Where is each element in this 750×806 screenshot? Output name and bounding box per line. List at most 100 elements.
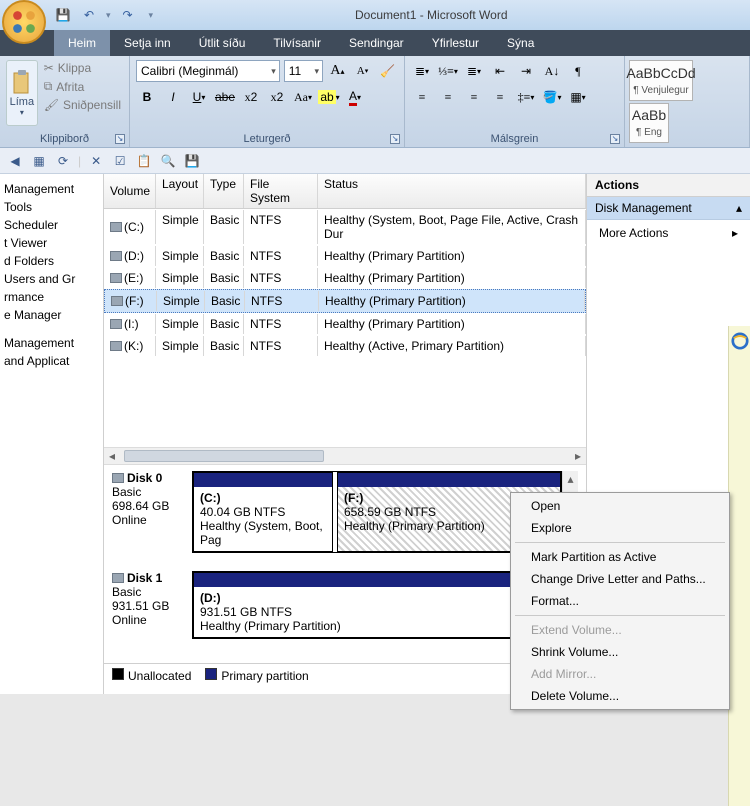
- tab-view[interactable]: Sýna: [493, 30, 548, 56]
- menu-item[interactable]: Mark Partition as Active: [513, 546, 727, 568]
- group-paragraph-label: Málsgrein: [405, 133, 624, 145]
- shading-button[interactable]: 🪣▾: [541, 86, 563, 108]
- paragraph-dialog-icon[interactable]: ↘: [610, 134, 620, 144]
- col-volume[interactable]: Volume: [104, 174, 156, 208]
- col-fs[interactable]: File System: [244, 174, 318, 208]
- grow-font-button[interactable]: A▴: [327, 60, 348, 82]
- change-case-button[interactable]: Aa▾: [292, 86, 314, 108]
- menu-item[interactable]: Change Drive Letter and Paths...: [513, 568, 727, 590]
- tree-item[interactable]: Management: [4, 334, 99, 352]
- borders-button[interactable]: ▦▾: [567, 86, 589, 108]
- dm-back-icon[interactable]: ◀: [6, 152, 24, 170]
- style-no-spacing[interactable]: AaBb ¶ Eng: [629, 103, 669, 144]
- cut-button[interactable]: ✂Klippa: [42, 60, 123, 76]
- menu-item[interactable]: Delete Volume...: [513, 685, 727, 707]
- menu-separator: [515, 542, 725, 543]
- tab-insert[interactable]: Setja inn: [110, 30, 185, 56]
- dm-prop-icon[interactable]: ✕: [87, 152, 105, 170]
- numbering-button[interactable]: ⅓≡▾: [437, 60, 459, 82]
- table-row[interactable]: (F:)SimpleBasicNTFSHealthy (Primary Part…: [104, 289, 586, 313]
- tree-item[interactable]: Scheduler: [4, 216, 99, 234]
- redo-icon[interactable]: ↷: [119, 6, 137, 24]
- dm-refresh-icon[interactable]: ⟳: [54, 152, 72, 170]
- tab-layout[interactable]: Útlit síðu: [185, 30, 260, 56]
- align-right-button[interactable]: ≡: [463, 86, 485, 108]
- tab-review[interactable]: Yfirlestur: [418, 30, 493, 56]
- menu-item[interactable]: Shrink Volume...: [513, 641, 727, 663]
- partition-d[interactable]: (D:) 931.51 GB NTFS Healthy (Primary Par…: [193, 572, 561, 638]
- font-name-combo[interactable]: Calibri (Meginmál): [136, 60, 280, 82]
- dm-tree[interactable]: ManagementToolsSchedulert Viewerd Folder…: [0, 174, 104, 694]
- show-marks-button[interactable]: ¶: [567, 60, 589, 82]
- volume-icon: [110, 222, 122, 232]
- actions-disk-management[interactable]: Disk Management ▴: [587, 197, 750, 220]
- style-normal[interactable]: AaBbCcDd ¶ Venjulegur: [629, 60, 693, 101]
- menu-item[interactable]: Explore: [513, 517, 727, 539]
- increase-indent-button[interactable]: ⇥: [515, 60, 537, 82]
- dm-list-icon[interactable]: 📋: [135, 152, 153, 170]
- superscript-button[interactable]: x2: [266, 86, 288, 108]
- group-clipboard-label: Klippiborð: [0, 133, 129, 145]
- clipboard-dialog-icon[interactable]: ↘: [115, 134, 125, 144]
- table-row[interactable]: (K:)SimpleBasicNTFSHealthy (Active, Prim…: [104, 335, 586, 357]
- col-status[interactable]: Status: [318, 174, 586, 208]
- dm-toolbar: ◀ ▦ ⟳ | ✕ ☑ 📋 🔍 💾: [0, 148, 750, 174]
- multilevel-button[interactable]: ≣▾: [463, 60, 485, 82]
- office-button[interactable]: [2, 0, 46, 44]
- font-size-combo[interactable]: 11: [284, 60, 323, 82]
- tree-item[interactable]: rmance: [4, 288, 99, 306]
- subscript-button[interactable]: x2: [240, 86, 262, 108]
- disk-row-0: Disk 0 Basic 698.64 GB Online (C:): [112, 471, 562, 553]
- tab-home[interactable]: Heim: [54, 30, 110, 56]
- tree-item[interactable]: t Viewer: [4, 234, 99, 252]
- italic-button[interactable]: I: [162, 86, 184, 108]
- dm-settings-icon[interactable]: ☑: [111, 152, 129, 170]
- qat-customize-icon[interactable]: ▾: [149, 10, 154, 21]
- tree-item[interactable]: Management: [4, 180, 99, 198]
- partition-context-menu: OpenExplore Mark Partition as ActiveChang…: [510, 492, 730, 710]
- tree-item[interactable]: Users and Gr: [4, 270, 99, 288]
- tree-item[interactable]: e Manager: [4, 306, 99, 324]
- actions-more[interactable]: More Actions ▸: [587, 220, 750, 246]
- align-center-button[interactable]: ≡: [437, 86, 459, 108]
- table-row[interactable]: (I:)SimpleBasicNTFSHealthy (Primary Part…: [104, 313, 586, 335]
- col-type[interactable]: Type: [204, 174, 244, 208]
- partition-c[interactable]: (C:) 40.04 GB NTFS Healthy (System, Boot…: [193, 472, 333, 552]
- h-scrollbar[interactable]: ◂▸: [104, 447, 586, 465]
- highlight-button[interactable]: ab▾: [318, 86, 340, 108]
- copy-button[interactable]: ⧉Afrita: [42, 78, 123, 95]
- table-row[interactable]: (D:)SimpleBasicNTFSHealthy (Primary Part…: [104, 245, 586, 267]
- tab-references[interactable]: Tilvísanir: [259, 30, 335, 56]
- bold-button[interactable]: B: [136, 86, 158, 108]
- table-row[interactable]: (E:)SimpleBasicNTFSHealthy (Primary Part…: [104, 267, 586, 289]
- menu-item[interactable]: Open: [513, 495, 727, 517]
- save-icon[interactable]: 💾: [54, 6, 72, 24]
- format-painter-button[interactable]: 🖌Sniðpensill: [42, 97, 123, 113]
- justify-button[interactable]: ≡: [489, 86, 511, 108]
- sort-button[interactable]: A↓: [541, 60, 563, 82]
- bullets-button[interactable]: ≣▾: [411, 60, 433, 82]
- undo-dropdown-icon[interactable]: ▾: [106, 10, 111, 21]
- tree-item[interactable]: Tools: [4, 198, 99, 216]
- menu-item[interactable]: Format...: [513, 590, 727, 612]
- col-layout[interactable]: Layout: [156, 174, 204, 208]
- undo-icon[interactable]: ↶: [80, 6, 98, 24]
- underline-button[interactable]: U▾: [188, 86, 210, 108]
- line-spacing-button[interactable]: ‡≡▾: [515, 86, 537, 108]
- tree-item[interactable]: and Applicat: [4, 352, 99, 370]
- shrink-font-button[interactable]: A▾: [352, 60, 373, 82]
- align-left-button[interactable]: ≡: [411, 86, 433, 108]
- paste-button[interactable]: Líma ▾: [6, 60, 38, 126]
- tree-item[interactable]: d Folders: [4, 252, 99, 270]
- tab-mailings[interactable]: Sendingar: [335, 30, 418, 56]
- dm-disk-icon[interactable]: 💾: [183, 152, 201, 170]
- table-row[interactable]: (C:)SimpleBasicNTFSHealthy (System, Boot…: [104, 209, 586, 245]
- strike-button[interactable]: abe: [214, 86, 236, 108]
- decrease-indent-button[interactable]: ⇤: [489, 60, 511, 82]
- clear-format-button[interactable]: 🧹: [377, 60, 398, 82]
- dm-view-icon[interactable]: ▦: [30, 152, 48, 170]
- dm-help-icon[interactable]: 🔍: [159, 152, 177, 170]
- font-dialog-icon[interactable]: ↘: [390, 134, 400, 144]
- font-color-button[interactable]: A▾: [344, 86, 366, 108]
- ie-icon[interactable]: [731, 332, 749, 350]
